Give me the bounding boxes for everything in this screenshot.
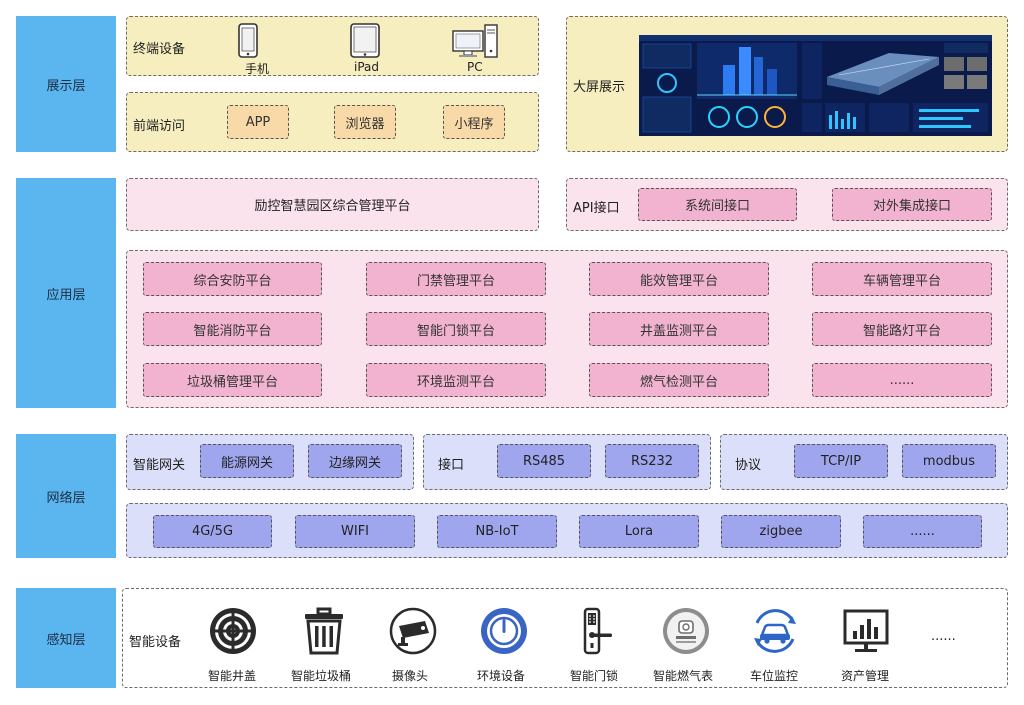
smart-devices-label: 智能设备 bbox=[129, 635, 182, 650]
device-caption: 车位监控 bbox=[750, 669, 799, 683]
devices-more: ...... bbox=[931, 629, 956, 644]
platform-item: 能效管理平台 bbox=[589, 262, 769, 296]
interface-label: 接口 bbox=[438, 458, 465, 473]
big-screen-label: 大屏展示 bbox=[573, 80, 626, 95]
device-phone bbox=[235, 23, 261, 59]
layer-label-perception: 感知层 bbox=[16, 588, 116, 688]
device-caption: 资产管理 bbox=[841, 669, 890, 683]
device-ipad bbox=[349, 23, 381, 59]
device-gas-meter bbox=[661, 607, 711, 655]
platform-item: 智能路灯平台 bbox=[812, 312, 992, 346]
integrated-platform-title: 励控智慧园区综合管理平台 bbox=[254, 199, 411, 214]
modbus-protocol: modbus bbox=[902, 444, 996, 478]
environment-sensor-icon bbox=[481, 608, 527, 654]
platform-item: 燃气检测平台 bbox=[589, 363, 769, 397]
big-screen-panel: 大屏展示 bbox=[566, 16, 1008, 152]
platform-item: 环境监测平台 bbox=[366, 363, 546, 397]
energy-gateway: 能源网关 bbox=[200, 444, 294, 478]
frontend-access-panel: 前端访问 APP 浏览器 小程序 bbox=[126, 92, 539, 152]
layer-label-application: 应用层 bbox=[16, 178, 116, 408]
device-asset-management bbox=[841, 607, 891, 655]
platform-item: 垃圾桶管理平台 bbox=[143, 363, 322, 397]
link-item: 4G/5G bbox=[153, 515, 272, 548]
layer-label-network: 网络层 bbox=[16, 434, 116, 558]
api-external: 对外集成接口 bbox=[832, 188, 992, 221]
trash-can-icon bbox=[305, 607, 343, 655]
device-ipad-label: iPad bbox=[354, 60, 380, 74]
device-caption: 智能门锁 bbox=[570, 669, 619, 683]
device-caption: 摄像头 bbox=[392, 669, 429, 683]
manhole-icon bbox=[210, 608, 256, 654]
edge-gateway: 边缘网关 bbox=[308, 444, 402, 478]
platform-item: 智能门锁平台 bbox=[366, 312, 546, 346]
protocol-label: 协议 bbox=[735, 458, 762, 473]
desktop-pc-icon bbox=[452, 24, 498, 58]
api-panel: API接口 系统间接口 对外集成接口 bbox=[566, 178, 1008, 231]
device-environment bbox=[479, 607, 529, 655]
gateway-panel: 智能网关 能源网关 边缘网关 bbox=[126, 434, 414, 490]
platform-item: 门禁管理平台 bbox=[366, 262, 546, 296]
device-parking-monitor bbox=[750, 607, 800, 655]
platform-item: 井盖监测平台 bbox=[589, 312, 769, 346]
terminal-devices-label: 终端设备 bbox=[133, 42, 186, 57]
gateway-label: 智能网关 bbox=[133, 458, 186, 473]
door-lock-icon bbox=[583, 607, 612, 655]
link-item: NB-IoT bbox=[437, 515, 557, 548]
tcpip-protocol: TCP/IP bbox=[794, 444, 888, 478]
terminal-devices-panel: 终端设备 手机 iPad PC bbox=[126, 16, 539, 76]
link-item: Lora bbox=[579, 515, 699, 548]
dashboard-screenshot-icon bbox=[639, 35, 992, 136]
api-label: API接口 bbox=[573, 201, 620, 216]
device-camera bbox=[388, 607, 438, 655]
parking-monitor-icon bbox=[754, 609, 796, 653]
frontend-browser: 浏览器 bbox=[334, 105, 396, 139]
device-caption: 智能井盖 bbox=[208, 669, 257, 683]
interface-panel: 接口 RS485 RS232 bbox=[423, 434, 711, 490]
platform-item: 车辆管理平台 bbox=[812, 262, 992, 296]
layer-label-display: 展示层 bbox=[16, 16, 116, 152]
link-item: WIFI bbox=[295, 515, 415, 548]
platform-item: 智能消防平台 bbox=[143, 312, 322, 346]
asset-chart-icon bbox=[843, 609, 889, 652]
platform-item-more: ...... bbox=[812, 363, 992, 397]
frontend-mini-program: 小程序 bbox=[443, 105, 505, 139]
device-pc-label: PC bbox=[467, 60, 483, 74]
tablet-icon bbox=[350, 23, 380, 58]
frontend-access-label: 前端访问 bbox=[133, 119, 186, 134]
smart-devices-panel: 智能设备 智能井盖 智能垃圾桶 摄像头 环境设备 智能门锁 智能燃气表 车位监控… bbox=[122, 588, 1008, 688]
camera-icon bbox=[389, 607, 437, 655]
device-door-lock bbox=[570, 607, 620, 655]
device-caption: 环境设备 bbox=[477, 669, 526, 683]
integrated-platform-panel: 励控智慧园区综合管理平台 bbox=[126, 178, 539, 231]
device-caption: 智能垃圾桶 bbox=[291, 669, 352, 683]
gas-meter-icon bbox=[663, 608, 709, 654]
device-manhole bbox=[208, 607, 258, 655]
device-trash-can bbox=[299, 607, 349, 655]
rs485-interface: RS485 bbox=[497, 444, 591, 478]
frontend-app: APP bbox=[227, 105, 289, 139]
link-panel: 4G/5G WIFI NB-IoT Lora zigbee ...... bbox=[126, 503, 1008, 558]
phone-icon bbox=[238, 23, 258, 58]
rs232-interface: RS232 bbox=[605, 444, 699, 478]
device-pc bbox=[451, 23, 499, 59]
platform-item: 综合安防平台 bbox=[143, 262, 322, 296]
protocol-panel: 协议 TCP/IP modbus bbox=[720, 434, 1008, 490]
link-item-more: ...... bbox=[863, 515, 982, 548]
device-caption: 智能燃气表 bbox=[653, 669, 714, 683]
application-platforms-panel: 综合安防平台 门禁管理平台 能效管理平台 车辆管理平台 智能消防平台 智能门锁平… bbox=[126, 250, 1008, 408]
api-internal: 系统间接口 bbox=[638, 188, 797, 221]
link-item: zigbee bbox=[721, 515, 841, 548]
device-phone-label: 手机 bbox=[245, 62, 270, 76]
